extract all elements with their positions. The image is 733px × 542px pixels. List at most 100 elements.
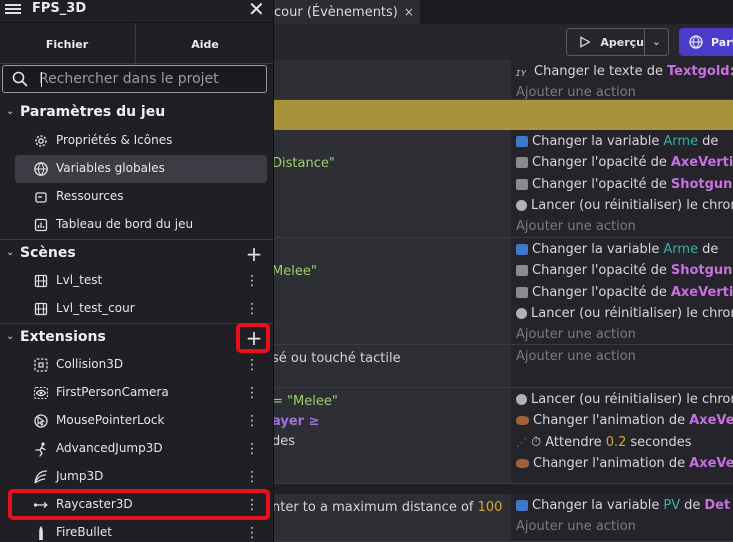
highlight-add-extension bbox=[236, 323, 270, 353]
section-game-settings[interactable]: ⌄ Paramètres du jeu bbox=[0, 99, 273, 127]
action-fragment: Lancer (ou réinitialiser) le chrono bbox=[531, 197, 733, 213]
variable-icon bbox=[516, 136, 528, 147]
hamburger-menu-icon[interactable] bbox=[5, 2, 21, 18]
publish-button[interactable]: Part bbox=[679, 28, 733, 56]
sidebar-item-label: Collision3D bbox=[56, 357, 124, 371]
tab-events-cour[interactable]: cour (Évènements) × bbox=[262, 0, 420, 24]
condition-fragment: "Melee" bbox=[287, 394, 338, 409]
add-action-link[interactable]: Ajouter une action bbox=[516, 346, 636, 367]
add-action-link[interactable]: Ajouter une action bbox=[516, 516, 636, 537]
action-fragment: Lancer (ou réinitialiser) le chrono bbox=[531, 305, 733, 321]
more-options-icon[interactable]: ⋮ bbox=[245, 440, 259, 458]
condition-fragment: nter to a maximum distance of bbox=[272, 500, 478, 515]
sidebar-item[interactable]: AdvancedJump3D ⋮ bbox=[15, 435, 267, 463]
action-row[interactable]: Changer l'opacité de Shotgun bbox=[516, 174, 732, 195]
more-options-icon[interactable]: ⋮ bbox=[245, 272, 259, 290]
action-fragment: Changer le texte de bbox=[534, 64, 664, 79]
action-fragment: de bbox=[702, 134, 719, 149]
close-icon[interactable]: ✕ bbox=[248, 0, 265, 20]
sidebar-item[interactable]: Lvl_test ⋮ bbox=[15, 267, 267, 295]
action-row[interactable]: Changer la variable PV de Det bbox=[516, 495, 730, 516]
more-options-icon[interactable]: ⋮ bbox=[245, 412, 259, 430]
tab-label: cour (Évènements) bbox=[274, 4, 398, 20]
tab-close-icon[interactable]: × bbox=[404, 5, 414, 19]
add-action-link[interactable]: Ajouter une action bbox=[516, 324, 636, 345]
action-row[interactable]: ⋰ ⏱ Attendre 0.2 secondes bbox=[516, 432, 692, 453]
action-row[interactable]: Changer la variable Arme de bbox=[516, 131, 718, 152]
sidebar-item[interactable]: Variables globales bbox=[15, 155, 267, 183]
section-title: Scènes bbox=[20, 245, 76, 261]
sidebar-item[interactable]: Ressources bbox=[15, 183, 267, 211]
action-fragment: Changer l'animation de bbox=[533, 455, 686, 471]
highlight-raycaster3d bbox=[8, 489, 270, 520]
sidebar-item[interactable]: Tableau de bord du jeu bbox=[15, 211, 267, 239]
sidebar-item[interactable]: FirstPersonCamera ⋮ bbox=[15, 379, 267, 407]
film-icon bbox=[33, 273, 49, 289]
comment-band bbox=[274, 100, 733, 130]
globe-icon bbox=[33, 161, 49, 177]
action-row[interactable]: Changer l'opacité de Shotgun bbox=[516, 260, 732, 281]
search-box[interactable] bbox=[2, 65, 267, 93]
sidebar-item[interactable]: Collision3D ⋮ bbox=[15, 351, 267, 379]
condition-fragment: = bbox=[272, 394, 288, 409]
condition-text: = "Melee" bbox=[272, 394, 338, 409]
preview-button[interactable]: Aperçu ⌄ bbox=[566, 28, 669, 56]
action-fragment: Changer l'opacité de bbox=[532, 284, 667, 300]
dots-icon: ⋰ bbox=[516, 435, 527, 449]
sidebar-item[interactable]: FireBullet ⋮ bbox=[15, 519, 267, 542]
action-row[interactable]: Changer l'animation de AxeVe bbox=[516, 453, 733, 474]
action-row[interactable]: Lancer (ou réinitialiser) le chrono bbox=[516, 389, 733, 410]
dashboard-icon bbox=[33, 217, 49, 233]
more-options-icon[interactable]: ⋮ bbox=[245, 524, 259, 542]
action-row[interactable]: ɪʏ Changer le texte de Textgold: bbox=[516, 61, 733, 82]
sidebar-item[interactable]: MousePointerLock ⋮ bbox=[15, 407, 267, 435]
action-row[interactable]: Changer l'opacité de AxeVerti bbox=[516, 152, 733, 173]
condition-text: sé ou touché tactile bbox=[272, 351, 401, 366]
more-options-icon[interactable]: ⋮ bbox=[245, 384, 259, 402]
section-extensions[interactable]: ⌄ Extensions + bbox=[0, 324, 273, 352]
search-icon bbox=[12, 71, 28, 87]
action-fragment: ⏱ Attendre bbox=[531, 434, 602, 450]
variable-icon bbox=[516, 244, 528, 255]
sidebar-item[interactable]: Lvl_test_cour ⋮ bbox=[15, 295, 267, 323]
film-icon bbox=[33, 301, 49, 317]
action-fragment: Shotgun bbox=[670, 263, 733, 279]
section-scenes[interactable]: ⌄ Scènes + bbox=[0, 240, 273, 268]
sidebar-item-label: Jump3D bbox=[56, 469, 104, 483]
more-options-icon[interactable]: ⋮ bbox=[245, 468, 259, 486]
text-caret bbox=[41, 72, 42, 87]
sidebar-item[interactable]: Jump3D ⋮ bbox=[15, 463, 267, 491]
action-row[interactable]: Changer l'opacité de AxeVerti bbox=[516, 282, 733, 303]
add-action-link[interactable]: Ajouter une action bbox=[516, 82, 636, 103]
action-fragment: de bbox=[702, 242, 719, 257]
action-fragment: 0.2 bbox=[605, 434, 627, 450]
opacity-icon bbox=[516, 157, 528, 169]
file-menu-button[interactable]: Fichier bbox=[0, 23, 134, 65]
action-row[interactable]: Changer l'animation de AxeVe bbox=[516, 410, 733, 431]
resources-icon bbox=[33, 189, 49, 205]
more-options-icon[interactable]: ⋮ bbox=[245, 300, 259, 318]
sidebar-item[interactable]: Propriétés & Icônes bbox=[15, 127, 267, 155]
action-fragment: Arme bbox=[663, 242, 699, 257]
more-options-icon[interactable]: ⋮ bbox=[245, 356, 259, 374]
action-row[interactable]: Lancer (ou réinitialiser) le chrono bbox=[516, 195, 733, 216]
action-fragment: Changer la variable bbox=[532, 498, 660, 513]
pointer-lock-icon bbox=[33, 413, 49, 429]
sidebar-item-label: Tableau de bord du jeu bbox=[56, 217, 194, 231]
sidebar-item-label: Variables globales bbox=[56, 161, 165, 175]
help-menu-button[interactable]: Aide bbox=[135, 23, 273, 65]
action-row[interactable]: Lancer (ou réinitialiser) le chrono bbox=[516, 303, 733, 324]
chevron-down-icon: ⌄ bbox=[6, 247, 15, 258]
sidebar-item-label: Lvl_test bbox=[56, 273, 103, 287]
timer-icon bbox=[516, 307, 527, 319]
add-scene-button[interactable]: + bbox=[244, 240, 264, 268]
action-fragment: Changer l'opacité de bbox=[532, 155, 667, 171]
chevron-down-icon[interactable]: ⌄ bbox=[645, 37, 668, 48]
add-action-link[interactable]: Ajouter une action bbox=[516, 216, 636, 237]
action-row[interactable]: Changer la variable Arme de bbox=[516, 239, 718, 260]
sidebar-item-label: Propriétés & Icônes bbox=[56, 133, 173, 147]
search-input[interactable] bbox=[39, 66, 263, 92]
animation-icon bbox=[516, 416, 529, 426]
action-fragment: de bbox=[684, 498, 701, 513]
condition-fragment: ayer ≥ bbox=[272, 414, 320, 429]
